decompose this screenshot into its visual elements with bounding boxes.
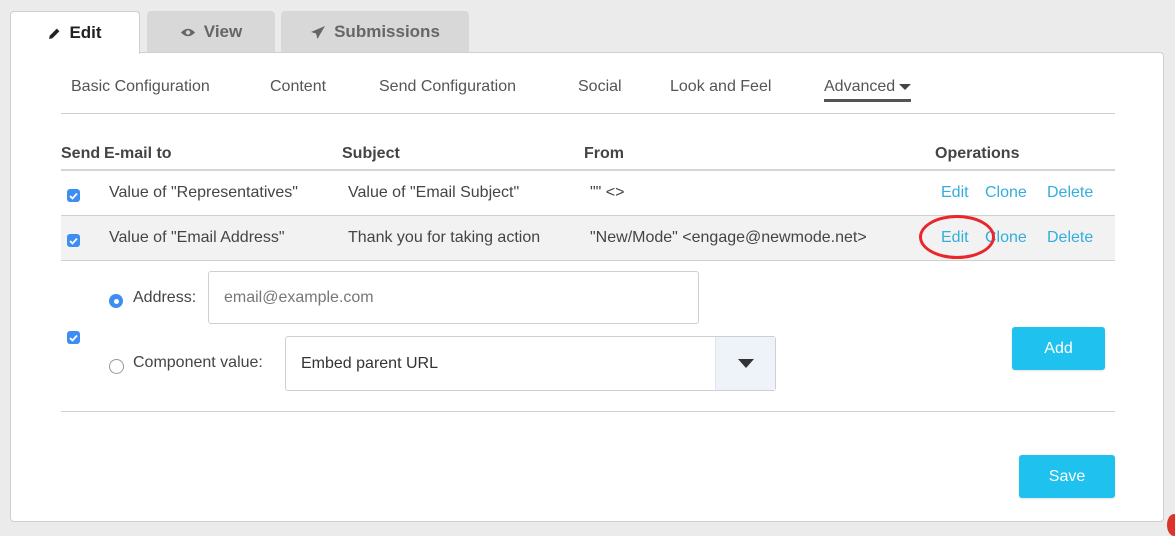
row-divider [61,260,1115,261]
subnav-social[interactable]: Social [578,78,622,96]
paper-plane-icon [310,25,326,40]
component-value-select[interactable]: Embed parent URL [285,336,776,391]
address-radio[interactable] [109,294,123,308]
subnav-send-configuration[interactable]: Send Configuration [379,78,516,96]
edit-link[interactable]: Edit [941,229,969,247]
save-button[interactable]: Save [1019,455,1115,498]
edit-link[interactable]: Edit [941,184,969,202]
from-cell: "New/Mode" <engage@newmode.net> [590,229,867,246]
tab-view[interactable]: View [147,11,275,53]
col-header-send: Send [61,145,101,162]
subject-cell: Thank you for taking action [348,229,541,246]
divider [61,113,1115,114]
pencil-icon [48,27,61,40]
tab-submissions[interactable]: Submissions [281,11,469,53]
subnav-advanced-label: Advanced [824,78,896,95]
from-cell: "" <> [590,184,625,201]
subnav-content[interactable]: Content [270,78,326,96]
eye-icon [180,27,196,38]
dropdown-toggle[interactable] [715,337,775,390]
col-header-operations: Operations [935,145,1020,162]
email-to-cell: Value of "Representatives" [109,184,298,201]
caret-down-icon [737,359,754,368]
component-value-radio[interactable] [109,359,124,374]
email-to-cell: Value of "Email Address" [109,229,285,246]
tab-edit-label: Edit [69,23,102,42]
send-checkbox[interactable] [67,234,80,247]
component-value-selected: Embed parent URL [301,355,438,372]
subnav-basic-configuration[interactable]: Basic Configuration [71,78,210,96]
delete-link[interactable]: Delete [1047,184,1093,202]
table-row: Value of "Representatives" Value of "Ema… [61,171,1115,216]
caret-down-icon [899,83,912,90]
delete-link[interactable]: Delete [1047,229,1093,247]
divider [61,411,1115,412]
col-header-subject: Subject [342,145,400,162]
table-row: Value of "Email Address" Thank you for t… [61,216,1115,261]
address-label: Address: [133,289,197,306]
subnav-look-and-feel[interactable]: Look and Feel [670,78,771,96]
subject-cell: Value of "Email Subject" [348,184,520,201]
clone-link[interactable]: Clone [985,229,1027,247]
col-header-email-to: E-mail to [104,145,172,162]
new-send-checkbox[interactable] [67,331,80,344]
tab-edit[interactable]: Edit [10,11,140,54]
component-value-label: Component value: [133,354,263,371]
edge-indicator [1167,514,1175,536]
send-checkbox[interactable] [67,189,80,202]
email-address-input[interactable] [208,271,699,324]
tab-submissions-label: Submissions [334,22,440,41]
clone-link[interactable]: Clone [985,184,1027,202]
subnav-advanced[interactable]: Advanced [824,78,912,102]
add-button[interactable]: Add [1012,327,1105,370]
tab-view-label: View [203,22,243,41]
col-header-from: From [584,145,624,162]
